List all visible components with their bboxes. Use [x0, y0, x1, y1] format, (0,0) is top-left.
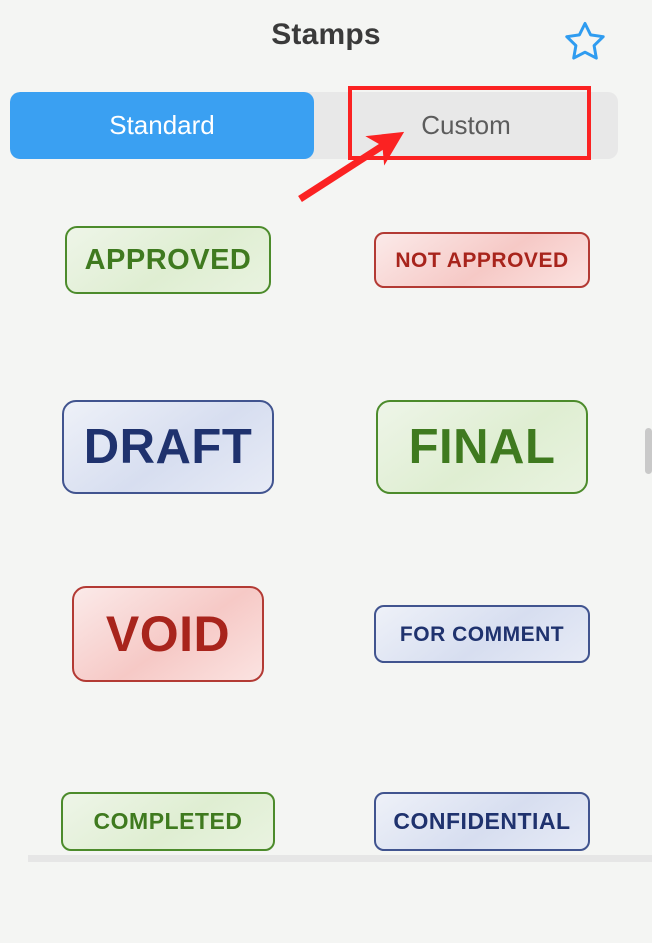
stamp-label: FINAL — [376, 400, 588, 494]
bottom-edge-gap — [0, 855, 28, 862]
vertical-scrollbar-thumb[interactable] — [645, 428, 652, 474]
stamps-type-segmented-control[interactable]: Standard Custom — [10, 92, 618, 159]
stamps-grid: APPROVED NOT APPROVED DRAFT FINAL VOID F… — [0, 195, 652, 943]
stamp-row: APPROVED NOT APPROVED — [0, 195, 652, 382]
stamp-item-draft[interactable]: DRAFT — [18, 382, 318, 512]
header-bar: Stamps — [0, 0, 652, 84]
stamp-label: CONFIDENTIAL — [374, 791, 590, 851]
stamp-row: COMPLETED CONFIDENTIAL — [0, 756, 652, 943]
stamp-item-final[interactable]: FINAL — [332, 382, 632, 512]
stamp-item-approved[interactable]: APPROVED — [18, 195, 318, 325]
stamp-label: COMPLETED — [61, 791, 275, 851]
stamp-item-void[interactable]: VOID — [18, 569, 318, 699]
favorite-star-button[interactable] — [563, 18, 607, 62]
stamp-label: FOR COMMENT — [374, 605, 590, 663]
stamp-item-for-comment[interactable]: FOR COMMENT — [332, 569, 632, 699]
stamp-item-confidential[interactable]: CONFIDENTIAL — [332, 756, 632, 886]
stamp-label: APPROVED — [65, 226, 271, 294]
stamp-item-not-approved[interactable]: NOT APPROVED — [332, 195, 632, 325]
stamp-row: DRAFT FINAL — [0, 382, 652, 569]
tab-standard[interactable]: Standard — [10, 92, 314, 159]
star-outline-icon — [563, 18, 607, 62]
stamp-row: VOID FOR COMMENT — [0, 569, 652, 756]
bottom-edge-strip — [0, 855, 652, 862]
stamp-label: DRAFT — [62, 400, 274, 494]
stamp-label: VOID — [72, 586, 264, 682]
stamp-label: NOT APPROVED — [374, 232, 590, 288]
tab-custom[interactable]: Custom — [314, 92, 618, 159]
page-title: Stamps — [271, 18, 381, 51]
stamp-item-completed[interactable]: COMPLETED — [18, 756, 318, 886]
